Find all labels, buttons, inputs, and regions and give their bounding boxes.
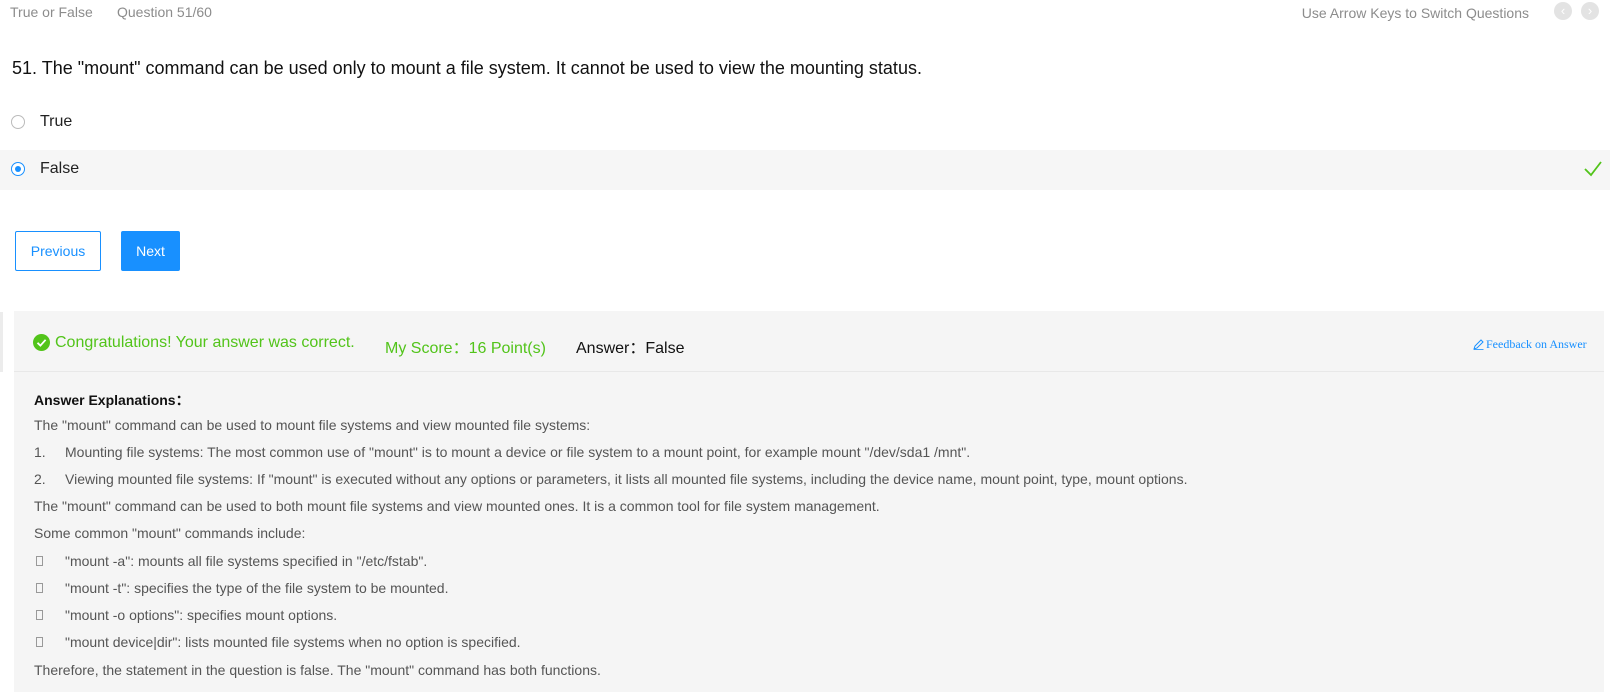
list-text: "mount -t": specifies the type of the fi…: [65, 580, 449, 596]
top-bar: True or False Question 51/60 Use Arrow K…: [0, 0, 1610, 26]
next-button[interactable]: Next: [121, 231, 180, 271]
congrats-message: Congratulations! Your answer was correct…: [55, 334, 355, 351]
answer-panel: Congratulations! Your answer was correct…: [14, 311, 1604, 692]
check-icon: [1584, 161, 1602, 177]
option-false[interactable]: False: [0, 150, 1610, 190]
explanation-heading: Answer Explanations：: [34, 392, 190, 408]
bullet-box-icon: [36, 637, 43, 647]
explanation-conclusion: Therefore, the statement in the question…: [34, 662, 601, 678]
question-counter: Question 51/60: [117, 4, 212, 20]
explanation-intro: The "mount" command can be used to mount…: [34, 417, 591, 433]
next-question-icon[interactable]: ›: [1581, 2, 1599, 20]
list-text: "mount -o options": specifies mount opti…: [65, 607, 338, 623]
bullet-box-icon: [36, 610, 43, 620]
list-text: Mounting file systems: The most common u…: [65, 444, 971, 460]
question-type-label: True or False: [10, 4, 93, 20]
prev-question-icon[interactable]: ‹: [1554, 2, 1572, 20]
nav-hint: Use Arrow Keys to Switch Questions: [1301, 5, 1529, 21]
answer-text: Answer：False: [576, 340, 685, 357]
score-text: My Score：16 Point(s): [385, 340, 546, 357]
side-marker: [0, 312, 3, 372]
check-circle-icon: [33, 334, 50, 351]
previous-button[interactable]: Previous: [15, 231, 101, 271]
bullet-box-icon: [36, 556, 43, 566]
edit-icon: [1473, 339, 1484, 350]
feedback-label: Feedback on Answer: [1486, 337, 1587, 351]
result-header: Congratulations! Your answer was correct…: [14, 311, 1604, 372]
commands-intro: Some common "mount" commands include:: [34, 525, 306, 541]
list-text: "mount -a": mounts all file systems spec…: [65, 553, 428, 569]
list-number: 2.: [34, 471, 46, 487]
option-label: True: [40, 113, 73, 130]
list-text: "mount device|dir": lists mounted file s…: [65, 634, 521, 650]
list-number: 1.: [34, 444, 46, 460]
bullet-box-icon: [36, 583, 43, 593]
radio-true[interactable]: [11, 115, 25, 129]
question-text: 51. The "mount" command can be used only…: [12, 58, 922, 78]
option-label: False: [40, 160, 80, 177]
explanation-summary: The "mount" command can be used to both …: [34, 498, 880, 514]
radio-false[interactable]: [11, 162, 25, 176]
option-true[interactable]: True: [0, 103, 1610, 143]
list-text: Viewing mounted file systems: If "mount"…: [65, 471, 1188, 487]
feedback-link[interactable]: Feedback on Answer: [1473, 337, 1587, 352]
